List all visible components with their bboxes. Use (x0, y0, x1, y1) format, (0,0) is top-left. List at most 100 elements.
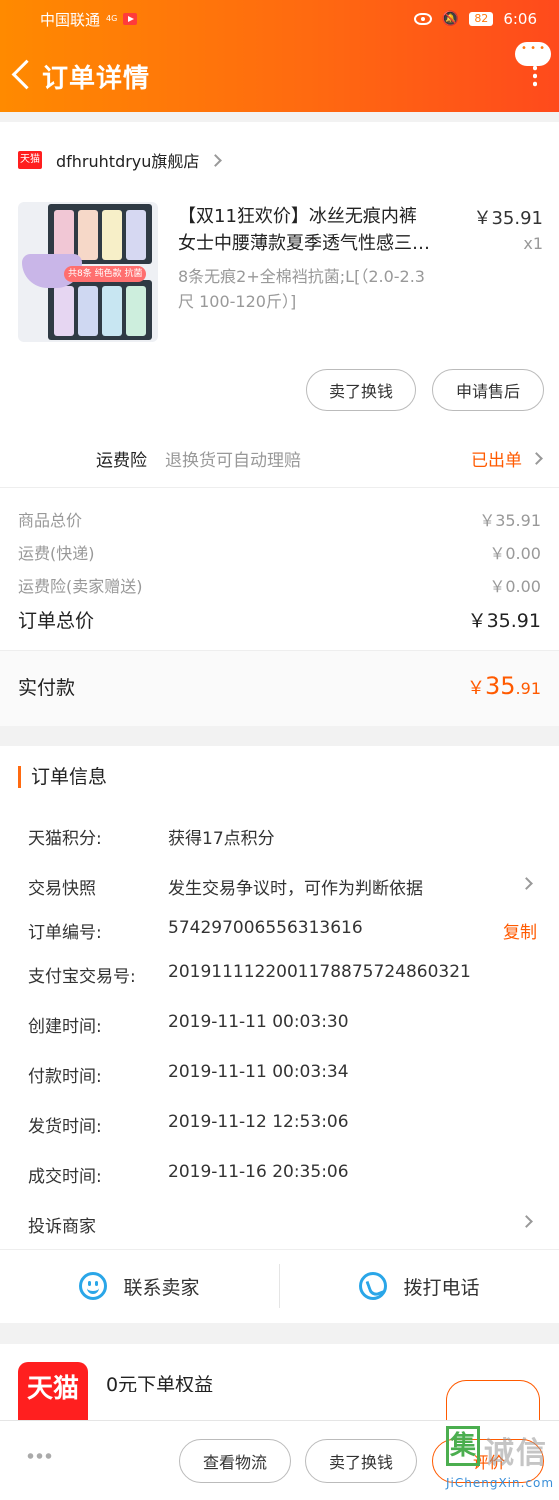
status-bar: 中国联通 4G 🔕 82 6:06 (0, 0, 559, 38)
eye-comfort-icon (413, 13, 432, 25)
paid-time-label: 付款时间: (28, 1067, 102, 1087)
roll (102, 286, 122, 336)
product-sku: 8条无痕2+全棉裆抗菌;L[（2.0-2.3 尺 100-120斤）] (178, 264, 468, 314)
clock: 6:06 (503, 10, 537, 28)
chevron-right-icon (209, 153, 223, 167)
shipped-value: 2019-11-12 12:53:06 (168, 1112, 349, 1132)
goods-total-value: ￥35.91 (479, 511, 541, 530)
goods-total-label: 商品总价 (18, 511, 83, 530)
created-label: 创建时间: (28, 1017, 102, 1037)
chevron-right-icon (530, 452, 543, 465)
insurance-status: 已出单 (471, 451, 522, 471)
shop-name: dfhruhtdryu旗舰店 (56, 152, 200, 171)
roll (54, 286, 74, 336)
mute-bell-icon: 🔕 (441, 11, 460, 27)
chat-smile-icon (79, 1272, 108, 1300)
thumb-tag: 共8条 纯色款 抗菌 (64, 266, 147, 282)
roll (102, 210, 122, 260)
page-title: 订单详情 (42, 63, 151, 94)
product-price: ￥35.91 (473, 208, 543, 229)
snapshot-label[interactable]: 交易快照 (28, 874, 96, 899)
tmall-logo: 天猫 (18, 1362, 88, 1420)
status-right: 🔕 82 6:06 (413, 10, 537, 28)
copy-button[interactable]: 复制 (503, 918, 537, 943)
tmall-icon: 天猫 (18, 151, 42, 169)
product-title-line2: 女士中腰薄款夏季透气性感三… (178, 233, 430, 254)
watermark-url: JiChengXin.com (446, 1476, 555, 1490)
after-sale-button[interactable]: 申请售后 (432, 369, 544, 411)
phone-icon (359, 1272, 388, 1300)
battery-level: 82 (469, 12, 494, 26)
logistics-button[interactable]: 查看物流 (179, 1439, 291, 1483)
insurance-fee-label: 运费险(卖家赠送) (18, 577, 143, 596)
insurance-label: 运费险 (96, 451, 147, 471)
order-total-row: 订单总价 ￥35.91 (18, 606, 541, 633)
alipay-value: 2019111122001178875724860321 (168, 962, 471, 982)
paid-value: ￥35.91 (467, 672, 541, 700)
created-value: 2019-11-11 00:03:30 (168, 1012, 349, 1032)
call-button[interactable]: 拨打电话 (280, 1252, 559, 1320)
more-dots-icon[interactable] (26, 1453, 52, 1459)
product-qty: x1 (523, 234, 543, 253)
sell-button[interactable]: 卖了换钱 (306, 369, 416, 411)
header-bar: 中国联通 4G 🔕 82 6:06 订单详情 (0, 0, 559, 112)
order-no-value: 574297006556313616 (168, 918, 363, 938)
insurance-desc: 退换货可自动理赔 (165, 451, 301, 471)
goods-total-row: 商品总价 ￥35.91 (18, 507, 541, 531)
shipping-label: 运费(快递) (18, 544, 95, 563)
snapshot-value[interactable]: 发生交易争议时，可作为判断依据 (168, 874, 423, 899)
paid-row: 实付款 ￥35.91 (18, 672, 541, 700)
product-title[interactable]: 【双11狂欢价】冰丝无痕内裤 女士中腰薄款夏季透气性感三… (178, 203, 458, 257)
more-menu-button[interactable] (513, 42, 553, 94)
order-no-label: 订单编号: (28, 923, 102, 943)
paid-time-value: 2019-11-11 00:03:34 (168, 1062, 349, 1082)
paid-integer: 35 (485, 672, 516, 700)
shop-link[interactable]: 天猫 dfhruhtdryu旗舰店 (18, 148, 223, 172)
network-indicator: 4G (106, 14, 118, 23)
promo-text[interactable]: 0元下单权益 (106, 1372, 213, 1392)
promo-button[interactable] (446, 1380, 540, 1420)
insurance-row[interactable]: 运费险 退换货可自动理赔 已出单 (96, 446, 543, 471)
vertical-dots-icon (533, 64, 537, 88)
divider (0, 487, 559, 488)
order-total-label: 订单总价 (18, 610, 95, 632)
nav-bar: 订单详情 (0, 42, 559, 104)
insurance-fee-value: ￥0.00 (489, 577, 541, 596)
shipped-label: 发货时间: (28, 1117, 102, 1137)
carrier-group: 中国联通 4G (40, 9, 138, 30)
call-label: 拨打电话 (403, 1276, 480, 1299)
video-app-icon (123, 13, 138, 25)
watermark-brand: 诚信 (484, 1436, 548, 1471)
paid-decimal: .91 (515, 679, 541, 698)
roll (126, 210, 146, 260)
carrier-name: 中国联通 (40, 10, 101, 29)
contact-seller-label: 联系卖家 (123, 1276, 200, 1299)
message-bubble-icon (515, 42, 551, 66)
watermark: 集 诚信 JiChengXin.com (444, 1424, 559, 1500)
package-bottom (48, 280, 152, 340)
bottom-sell-button[interactable]: 卖了换钱 (305, 1439, 417, 1483)
paid-label: 实付款 (18, 676, 76, 699)
points-label: 天猫积分: (28, 829, 102, 849)
alipay-label: 支付宝交易号: (28, 967, 136, 987)
shipping-row: 运费(快递) ￥0.00 (18, 540, 541, 564)
roll (126, 286, 146, 336)
complain-link[interactable]: 投诉商家 (28, 1212, 96, 1237)
done-label: 成交时间: (28, 1167, 102, 1187)
roll (54, 210, 74, 260)
product-thumbnail[interactable]: 共8条 纯色款 抗菌 (18, 202, 158, 342)
done-value: 2019-11-16 20:35:06 (168, 1162, 349, 1182)
paid-currency: ￥ (467, 678, 485, 699)
order-info-title: 订单信息 (18, 766, 107, 788)
order-total-value: ￥35.91 (467, 610, 541, 632)
sku-line1: 8条无痕2+全棉裆抗菌;L[（2.0-2.3 (178, 267, 425, 286)
sku-line2: 尺 100-120斤）] (178, 292, 297, 311)
watermark-logo: 集 (446, 1426, 480, 1466)
shipping-value: ￥0.00 (489, 544, 541, 563)
insurance-fee-row: 运费险(卖家赠送) ￥0.00 (18, 573, 541, 597)
product-title-line1: 【双11狂欢价】冰丝无痕内裤 (178, 206, 417, 227)
back-arrow-icon[interactable] (6, 48, 42, 104)
points-value: 获得17点积分 (168, 829, 275, 849)
contact-seller-button[interactable]: 联系卖家 (0, 1252, 279, 1320)
roll (78, 286, 98, 336)
